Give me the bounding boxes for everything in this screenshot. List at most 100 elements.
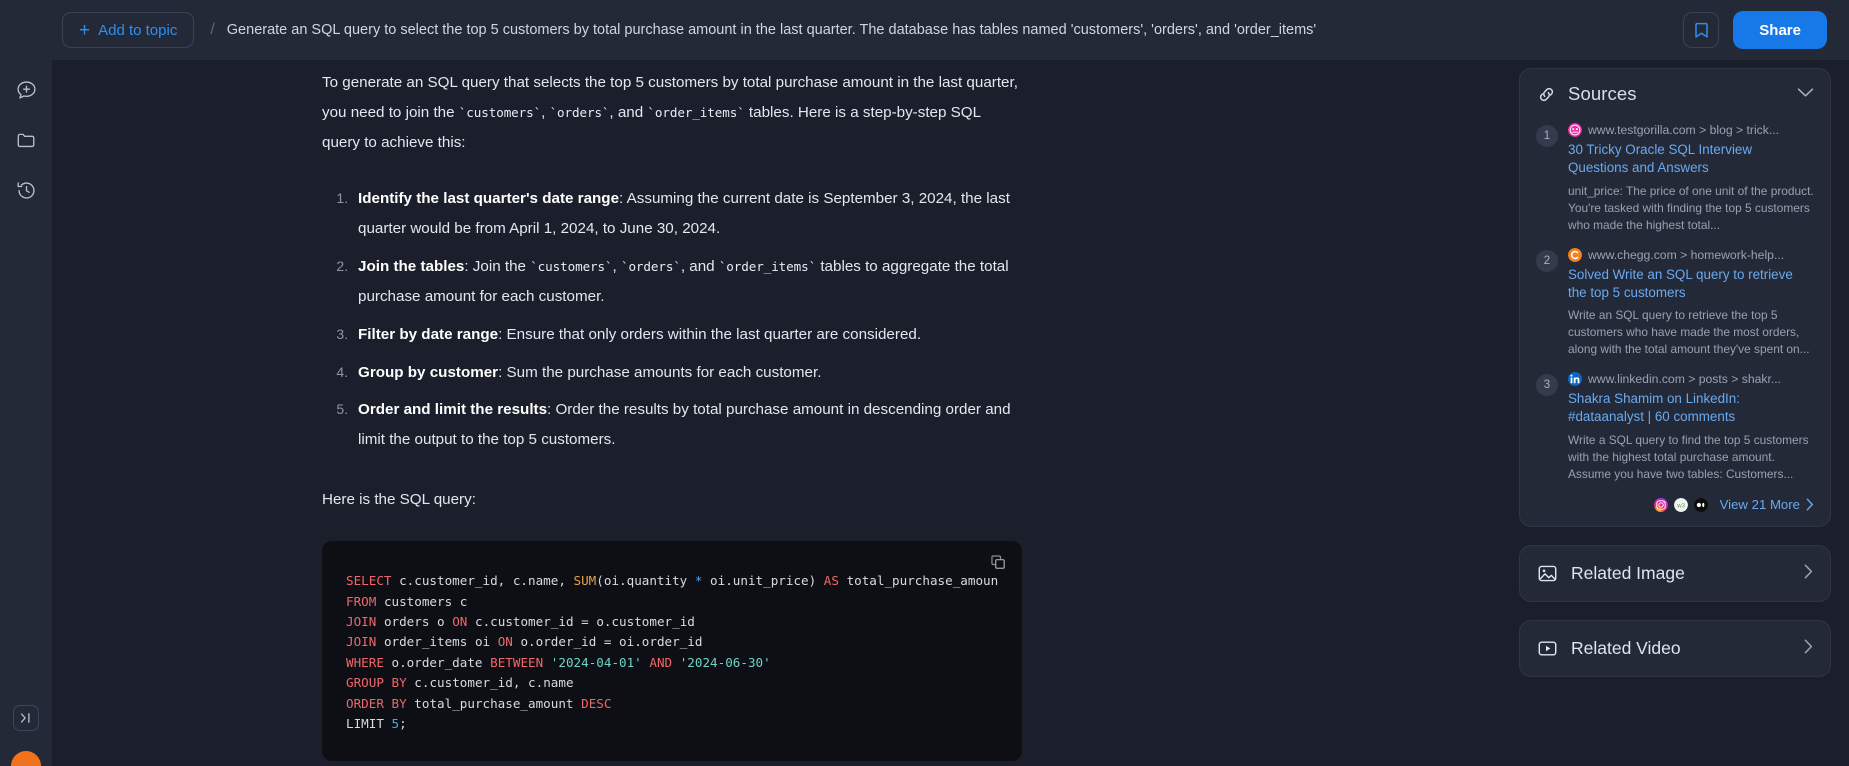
list-item[interactable]: 1 www.testgorilla.com > blog > trick... — [1536, 123, 1814, 234]
source-index: 1 — [1536, 125, 1558, 147]
source-url-row: www.linkedin.com > posts > shakr... — [1568, 372, 1814, 387]
list-item: Identify the last quarter's date range: … — [352, 184, 1022, 244]
right-panel: Sources 1 www.testgorilla.com > blog > t… — [1519, 60, 1849, 766]
source-title[interactable]: Shakra Shamim on LinkedIn: #dataanalyst … — [1568, 390, 1814, 426]
step-title: Order and limit the results — [358, 401, 548, 419]
related-video-chevron[interactable] — [1804, 639, 1813, 659]
source-title[interactable]: 30 Tricky Oracle SQL Interview Questions… — [1568, 141, 1814, 177]
add-to-topic-label: Add to topic — [98, 21, 178, 39]
main-content: To generate an SQL query that selects th… — [52, 60, 1849, 766]
sql-code-text: SELECT c.customer_id, c.name, SUM(oi.qua… — [346, 573, 998, 732]
inline-code-orders: `orders` — [549, 104, 610, 120]
list-item[interactable]: 3 www.linkedin.com > posts > shakr... Sh… — [1536, 372, 1814, 483]
sources-collapse-button[interactable] — [1797, 85, 1814, 103]
steps-list: Identify the last quarter's date range : … — [322, 184, 1022, 456]
chevron-right-icon — [1804, 564, 1813, 579]
user-avatar[interactable] — [11, 751, 41, 766]
sources-card: Sources 1 www.testgorilla.com > blog > t… — [1519, 68, 1831, 528]
sidebar-item-new-chat[interactable] — [6, 70, 46, 110]
source-index: 3 — [1536, 374, 1558, 397]
source-url-row: www.chegg.com > homework-help... — [1568, 247, 1814, 262]
plus-icon: + — [79, 19, 91, 41]
svg-text:w3: w3 — [1676, 502, 1685, 509]
step-text: : Ensure that only orders within the las… — [498, 325, 922, 343]
medium-favicon — [1693, 497, 1708, 512]
top-bar: + Add to topic / Generate an SQL query t… — [0, 0, 1849, 60]
related-video-label: Related Video — [1571, 638, 1681, 659]
chevron-right-icon — [1806, 498, 1813, 511]
step-title: Filter by date range — [358, 325, 499, 343]
new-chat-icon — [16, 80, 36, 99]
breadcrumb-separator: / — [210, 21, 215, 38]
answer-column: To generate an SQL query that selects th… — [52, 60, 1519, 766]
sources-title: Sources — [1568, 83, 1637, 104]
source-body: www.testgorilla.com > blog > trick... 30… — [1568, 123, 1814, 234]
list-item[interactable]: 2 www.chegg.com > homework-help... Solve… — [1536, 247, 1814, 359]
sql-code-block: SELECT c.customer_id, c.name, SUM(oi.qua… — [322, 541, 1022, 761]
left-sidebar — [0, 18, 52, 766]
list-item: Group by customer: Sum the purchase amou… — [352, 358, 1022, 388]
inline-code-orders: `orders` — [620, 258, 681, 274]
source-title[interactable]: Solved Write an SQL query to retrieve th… — [1568, 266, 1814, 302]
chevron-down-icon — [1797, 88, 1814, 97]
step-text: : Sum the purchase amounts for each cust… — [498, 363, 822, 381]
step-title: Join the tables — [358, 257, 465, 275]
source-body: www.linkedin.com > posts > shakr... Shak… — [1568, 372, 1814, 483]
topbar-actions: Share — [1683, 11, 1827, 49]
list-item: Order and limit the results: Order the r… — [352, 395, 1022, 455]
source-snippet: Write an SQL query to retrieve the top 5… — [1568, 308, 1810, 357]
sidebar-item-history[interactable] — [6, 170, 46, 210]
step-title: Group by customer — [358, 363, 499, 381]
source-url-row: www.testgorilla.com > blog > trick... — [1568, 123, 1814, 137]
copy-button[interactable] — [990, 554, 1006, 575]
answer-intro-part-2: , — [541, 103, 550, 121]
folder-icon — [17, 133, 34, 147]
sources-list: 1 www.testgorilla.com > blog > trick... — [1536, 123, 1814, 512]
related-image-chevron[interactable] — [1804, 564, 1813, 584]
expand-sidebar-button[interactable] — [13, 705, 39, 731]
inline-code-customers: `customers` — [458, 104, 542, 120]
list-item: Join the tables: Join the `customers`, `… — [352, 252, 1022, 312]
sidebar-bottom — [11, 705, 41, 766]
video-icon — [1538, 641, 1557, 656]
answer-intro-part-3: , and — [609, 103, 648, 121]
app-shell: To generate an SQL query that selects th… — [0, 18, 1849, 766]
add-to-topic-button[interactable]: + Add to topic — [62, 12, 195, 48]
sql-intro-paragraph: Here is the SQL query: — [322, 491, 476, 509]
answer-intro-paragraph: To generate an SQL query that selects th… — [322, 68, 1022, 158]
source-snippet: unit_price: The price of one unit of the… — [1568, 183, 1814, 232]
image-icon — [1538, 565, 1557, 582]
inline-code-order-items: `order_items` — [718, 258, 817, 274]
copy-icon — [991, 555, 1005, 570]
topbar-left-spacer — [0, 0, 62, 60]
extra-source-favicons: w3 — [1653, 497, 1708, 512]
related-image-label: Related Image — [1571, 563, 1685, 584]
view-more-row[interactable]: w3 View 21 More — [1536, 497, 1814, 512]
link-icon — [1539, 87, 1554, 101]
inline-code-customers: `customers` — [530, 258, 613, 274]
step-title: Identify the last quarter's date range — [358, 189, 620, 207]
inline-code-order-items: `order_items` — [647, 104, 745, 120]
bookmark-icon — [1695, 22, 1708, 38]
expand-sidebar-icon — [20, 713, 30, 723]
source-url: www.linkedin.com > posts > shakr... — [1588, 372, 1782, 387]
history-icon — [17, 181, 35, 199]
source-body: www.chegg.com > homework-help... Solved … — [1568, 247, 1814, 359]
chegg-favicon — [1568, 247, 1582, 262]
instagram-favicon — [1653, 497, 1668, 512]
sidebar-item-folder[interactable] — [6, 120, 46, 160]
page-title: Generate an SQL query to select the top … — [226, 22, 1317, 38]
list-item: Filter by date range: Ensure that only o… — [352, 320, 1022, 350]
related-image-card[interactable]: Related Image — [1519, 545, 1831, 603]
source-url: www.chegg.com > homework-help... — [1588, 247, 1785, 262]
source-index: 2 — [1536, 249, 1558, 272]
view-more-label[interactable]: View 21 More — [1720, 497, 1800, 512]
linkedin-favicon — [1568, 372, 1582, 387]
sources-header[interactable]: Sources — [1536, 83, 1814, 105]
share-button[interactable]: Share — [1733, 11, 1827, 49]
answer-body: To generate an SQL query that selects th… — [322, 60, 1022, 761]
bookmark-button[interactable] — [1683, 12, 1720, 48]
source-url: www.testgorilla.com > blog > trick... — [1588, 123, 1780, 137]
source-snippet: Write a SQL query to find the top 5 cust… — [1568, 433, 1809, 482]
related-video-card[interactable]: Related Video — [1519, 620, 1831, 678]
